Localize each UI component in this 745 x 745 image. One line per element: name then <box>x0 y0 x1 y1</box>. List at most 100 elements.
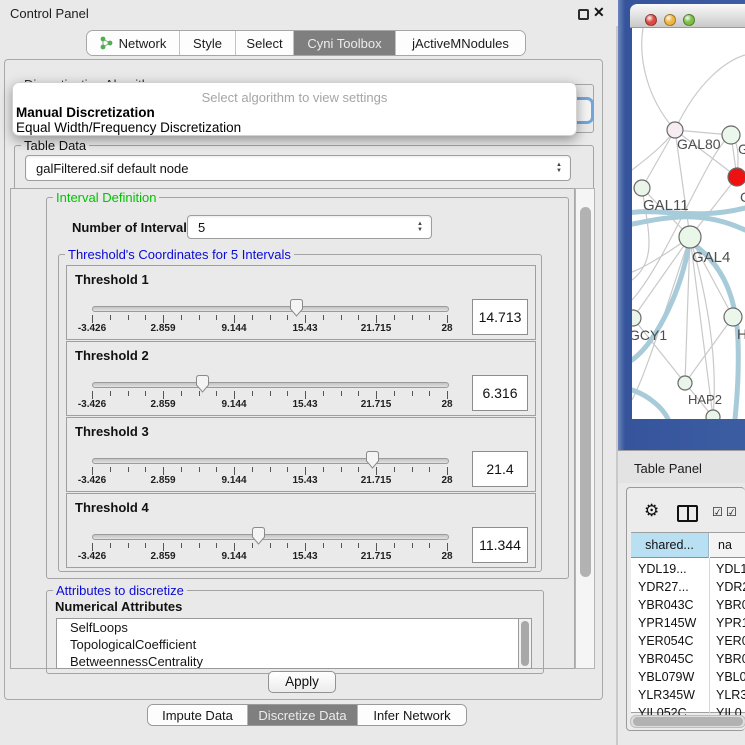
attribute-item[interactable]: TopologicalCoefficient <box>57 636 518 653</box>
numerical-attributes-list[interactable]: SelfLoopsTopologicalCoefficientBetweenne… <box>56 618 518 669</box>
attribute-item[interactable]: BetweennessCentrality <box>57 653 518 669</box>
table-row-name[interactable]: YPR1 <box>716 614 745 632</box>
threshold-slider-thumb[interactable] <box>195 375 210 393</box>
table-hscrollbar-thumb[interactable] <box>633 717 743 726</box>
table-hscrollbar[interactable] <box>630 715 745 728</box>
column-header-name[interactable]: na <box>710 533 745 558</box>
table-row-shared-name[interactable]: YPR145W <box>638 614 696 632</box>
combo-spinner-icon: ▲▼ <box>417 216 423 238</box>
table-row-shared-name[interactable]: YBR045C <box>638 650 694 668</box>
algorithm-prompt-item[interactable]: Select algorithm to view settings <box>13 90 576 105</box>
slider-tick <box>447 391 448 399</box>
network-edge[interactable] <box>675 55 745 130</box>
tab-network[interactable]: Network <box>87 31 179 55</box>
threshold-value-field[interactable]: 11.344 <box>472 527 528 563</box>
slider-scale-label: 15.43 <box>283 551 327 562</box>
threshold-label: Threshold 3 <box>75 424 149 439</box>
network-edge[interactable] <box>685 317 733 383</box>
algorithm-item-manual[interactable]: Manual Discretization <box>16 105 155 120</box>
network-canvas[interactable]: GAL80GCGAL11GAL4GCY1HHAP2 <box>632 28 745 419</box>
threshold-slider-track[interactable] <box>92 534 449 540</box>
table-row-name[interactable]: YBR0 <box>716 596 745 614</box>
tab-style[interactable]: Style <box>179 31 235 55</box>
network-node-c[interactable] <box>728 168 745 186</box>
network-node-hap2[interactable] <box>678 376 692 390</box>
slider-tick <box>92 467 93 475</box>
close-traffic-light-icon[interactable] <box>645 14 657 26</box>
network-node-h[interactable] <box>724 308 742 326</box>
table-row-shared-name[interactable]: YBR043C <box>638 596 694 614</box>
slider-scale-label: -3.426 <box>70 551 114 562</box>
threshold-1-box: Threshold 1-3.4262.8599.14415.4321.71528… <box>66 265 536 340</box>
tab-jactivemnodules[interactable]: jActiveMNodules <box>395 31 525 55</box>
table-row-name[interactable]: YBL0 <box>716 668 745 686</box>
network-edge[interactable] <box>642 130 675 188</box>
tab-cyni-toolbox[interactable]: Cyni Toolbox <box>293 31 395 55</box>
threshold-2-box: Threshold 2-3.4262.8599.14415.4321.71528… <box>66 341 536 416</box>
network-node-gcy1[interactable] <box>632 310 641 326</box>
table-row-shared-name[interactable]: YLR345W <box>638 686 695 704</box>
network-node-gal11[interactable] <box>634 180 650 196</box>
algorithm-item-equal-width[interactable]: Equal Width/Frequency Discretization <box>16 120 241 135</box>
table-row-name[interactable]: YER0 <box>716 632 745 650</box>
slider-tick <box>305 543 306 551</box>
column-header-shared-name[interactable]: shared... <box>631 533 709 558</box>
minimize-traffic-light-icon[interactable] <box>664 14 676 26</box>
threshold-value-field[interactable]: 6.316 <box>472 375 528 411</box>
attributes-scrollbar[interactable] <box>518 618 532 669</box>
settings-scrollbar[interactable] <box>575 188 595 669</box>
network-edge[interactable] <box>632 130 675 170</box>
table-row-shared-name[interactable]: YDR27... <box>638 578 689 596</box>
threshold-slider-thumb[interactable] <box>289 299 304 317</box>
table-row-shared-name[interactable]: YER054C <box>638 632 694 650</box>
threshold-value-field[interactable]: 21.4 <box>472 451 528 487</box>
network-node-gal4[interactable] <box>679 226 701 248</box>
network-node[interactable] <box>706 410 720 419</box>
table-row-name[interactable]: YDL1 <box>716 560 745 578</box>
threshold-slider-thumb[interactable] <box>365 451 380 469</box>
network-node-label: GAL80 <box>677 136 721 152</box>
tab-infer-network[interactable]: Infer Network <box>357 705 466 725</box>
tab-discretize-data[interactable]: Discretize Data <box>247 705 357 725</box>
threshold-slider-track[interactable] <box>92 458 449 464</box>
attributes-scrollbar-thumb[interactable] <box>521 621 529 666</box>
attribute-item[interactable]: SelfLoops <box>57 619 518 636</box>
gear-icon[interactable]: ⚙ <box>644 501 659 521</box>
slider-tick <box>447 315 448 323</box>
network-edge[interactable] <box>642 28 675 130</box>
split-columns-icon[interactable] <box>677 505 698 522</box>
threshold-label: Threshold 1 <box>75 272 149 287</box>
slider-tick <box>412 391 413 396</box>
table-row-name[interactable]: YBR0 <box>716 650 745 668</box>
network-edge-thick[interactable] <box>632 390 668 419</box>
slider-tick <box>376 315 377 323</box>
slider-tick <box>305 315 306 323</box>
table-row-shared-name[interactable]: YBL079W <box>638 668 694 686</box>
slider-scale-label: -3.426 <box>70 323 114 334</box>
threshold-slider-track[interactable] <box>92 306 449 312</box>
close-icon[interactable]: ✕ <box>593 4 605 21</box>
num-intervals-label: Number of Intervals <box>72 220 194 235</box>
num-intervals-combo[interactable]: 5 ▲▼ <box>187 215 432 239</box>
float-window-icon[interactable] <box>578 9 589 20</box>
table-data-combo[interactable]: galFiltered.sif default node ▲▼ <box>25 155 571 181</box>
table-row-name[interactable]: YDR2 <box>716 578 745 596</box>
threshold-slider-track[interactable] <box>92 382 449 388</box>
network-node-label: H <box>737 326 745 342</box>
node-table[interactable]: shared... na YDL19...YDL1YDR27...YDR2YBR… <box>631 532 745 713</box>
slider-tick <box>128 543 129 548</box>
threshold-slider-thumb[interactable] <box>251 527 266 545</box>
slider-tick <box>305 467 306 475</box>
slider-tick <box>358 543 359 548</box>
table-row-name[interactable]: YLR3 <box>716 686 745 704</box>
tab-select[interactable]: Select <box>235 31 293 55</box>
settings-scrollbar-thumb[interactable] <box>580 207 591 577</box>
network-node-label: GAL11 <box>643 197 689 214</box>
threshold-value-field[interactable]: 14.713 <box>472 299 528 335</box>
apply-button[interactable]: Apply <box>268 671 336 693</box>
checkbox-select-icon[interactable]: ☑ <box>712 505 723 519</box>
checkbox-select-icon[interactable]: ☑ <box>726 505 737 519</box>
tab-impute-data[interactable]: Impute Data <box>148 705 247 725</box>
table-row-shared-name[interactable]: YDL19... <box>638 560 687 578</box>
zoom-traffic-light-icon[interactable] <box>683 14 695 26</box>
